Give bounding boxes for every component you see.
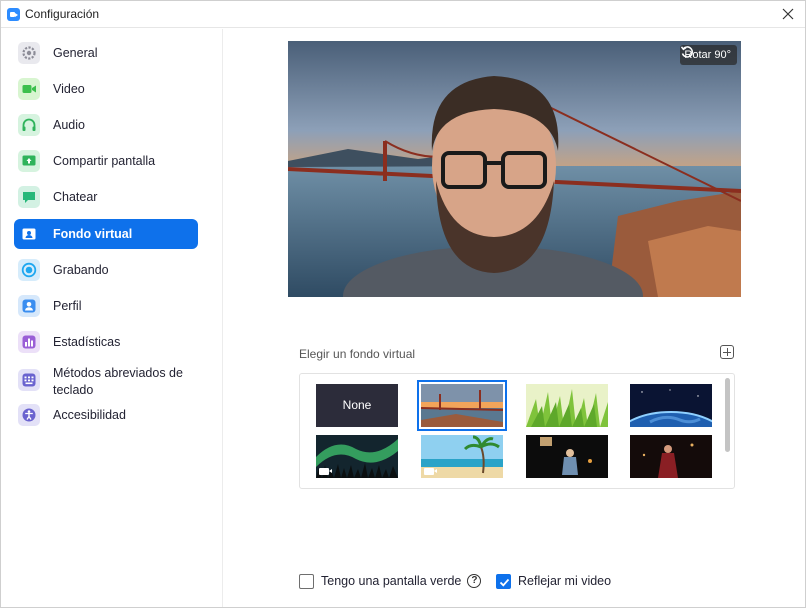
sidebar-item-fondo-virtual[interactable]: Fondo virtual xyxy=(14,219,198,249)
sidebar-item-chatear[interactable]: Chatear xyxy=(14,182,198,212)
close-button[interactable] xyxy=(777,4,799,24)
sidebar-item-label: Estadísticas xyxy=(53,335,121,349)
virtual-background-panel: Rotar 90° Elegir un fondo virtual None T… xyxy=(224,29,805,607)
rotate-icon xyxy=(681,46,694,58)
help-icon[interactable]: ? xyxy=(467,574,482,588)
settings-window: Configuración General Video Audio Compar… xyxy=(0,0,806,608)
sidebar-item-label: General xyxy=(53,46,98,60)
record-icon xyxy=(18,259,40,281)
background-thumb-earth[interactable] xyxy=(630,384,712,427)
share-screen-icon xyxy=(18,150,40,172)
sidebar-item-grabando[interactable]: Grabando xyxy=(14,255,198,285)
video-camera-icon xyxy=(424,468,437,475)
sidebar-item-accesibilidad[interactable]: Accesibilidad xyxy=(14,400,198,430)
video-preview: Rotar 90° xyxy=(288,41,741,297)
sidebar-item-perfil[interactable]: Perfil xyxy=(14,291,198,321)
background-thumb-dark-scene-2[interactable] xyxy=(630,435,712,478)
background-thumb-grass[interactable] xyxy=(526,384,608,427)
accessibility-icon xyxy=(18,404,40,426)
gallery-scrollbar[interactable] xyxy=(725,378,730,452)
virtual-background-icon xyxy=(18,223,40,245)
keyboard-icon xyxy=(18,369,40,391)
sidebar-item-label: Fondo virtual xyxy=(53,227,133,241)
green-screen-label: Tengo una pantalla verde xyxy=(321,574,462,588)
preview-image xyxy=(288,41,741,297)
sidebar-item-audio[interactable]: Audio xyxy=(14,110,198,140)
window-title: Configuración xyxy=(25,7,100,21)
sidebar-item-video[interactable]: Video xyxy=(14,74,198,104)
sidebar-item-label: Compartir pantalla xyxy=(53,154,156,168)
sidebar-item-estadisticas[interactable]: Estadísticas xyxy=(14,327,198,357)
settings-sidebar: General Video Audio Compartir pantalla C xyxy=(1,29,223,607)
mirror-video-label: Reflejar mi video xyxy=(518,574,612,588)
bar-chart-icon xyxy=(18,331,40,353)
green-screen-option[interactable]: Tengo una pantalla verde ? xyxy=(299,572,482,590)
background-gallery: None xyxy=(299,373,735,489)
zoom-app-icon xyxy=(7,8,20,21)
add-icon[interactable] xyxy=(720,345,734,359)
background-thumb-beach[interactable] xyxy=(421,435,503,478)
sidebar-item-metodos-abreviados[interactable]: Métodos abreviados de teclado xyxy=(14,361,198,399)
sidebar-item-label: Métodos abreviados de teclado xyxy=(53,366,183,397)
choose-background-heading: Elegir un fondo virtual xyxy=(299,347,416,361)
headphones-icon xyxy=(18,114,40,136)
chat-bubble-icon xyxy=(18,186,40,208)
person-icon xyxy=(18,295,40,317)
sidebar-item-label: Perfil xyxy=(53,299,82,313)
sidebar-item-general[interactable]: General xyxy=(14,38,198,68)
sidebar-item-label: Audio xyxy=(53,118,85,132)
sidebar-item-label: Chatear xyxy=(53,190,98,204)
background-thumb-golden-gate[interactable] xyxy=(417,380,507,431)
gear-icon xyxy=(18,42,40,64)
mirror-video-option[interactable]: Reflejar mi video xyxy=(496,572,611,590)
sidebar-item-label: Accesibilidad xyxy=(53,408,126,422)
close-icon xyxy=(782,8,794,20)
checkmark-icon xyxy=(499,578,510,587)
green-screen-checkbox[interactable] xyxy=(299,573,314,589)
mirror-video-checkbox[interactable] xyxy=(496,573,511,589)
sidebar-item-compartir-pantalla[interactable]: Compartir pantalla xyxy=(14,146,198,176)
sidebar-item-label: Video xyxy=(53,82,85,96)
title-bar: Configuración xyxy=(1,1,805,28)
video-camera-icon xyxy=(319,468,332,475)
sidebar-item-label: Grabando xyxy=(53,263,109,277)
video-camera-icon xyxy=(18,78,40,100)
background-thumb-dark-scene-1[interactable] xyxy=(526,435,608,478)
rotate-button[interactable]: Rotar 90° xyxy=(680,45,737,65)
background-thumb-none[interactable]: None xyxy=(316,384,398,427)
background-thumb-aurora[interactable] xyxy=(316,435,398,478)
